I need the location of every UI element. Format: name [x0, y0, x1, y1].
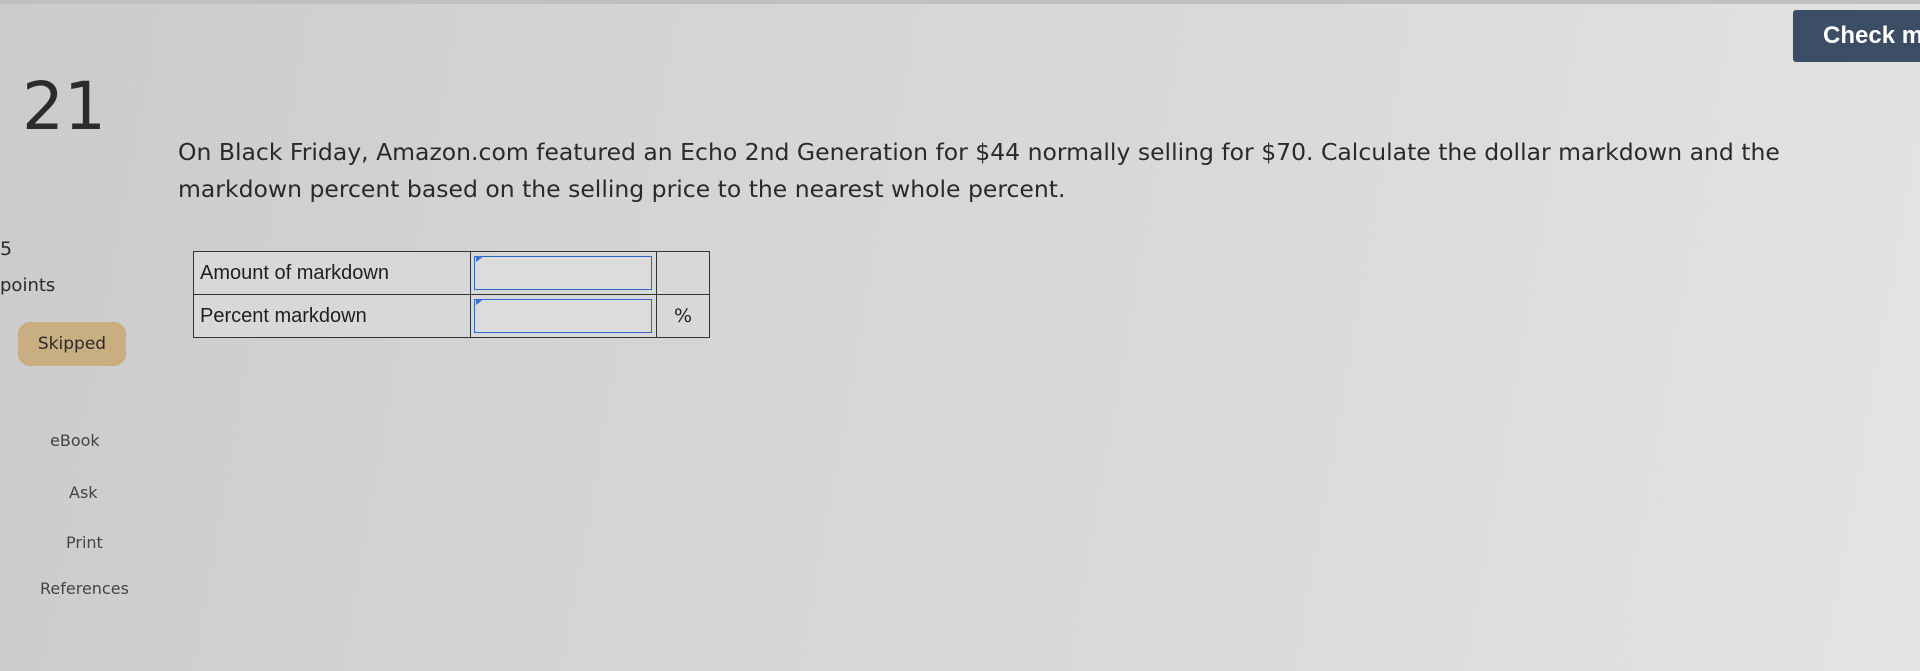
input-cell — [470, 294, 657, 338]
answer-table: Amount of markdown Percent markdown % — [193, 251, 710, 338]
row-label-amount-of-markdown: Amount of markdown — [193, 251, 471, 295]
ask-link[interactable]: Ask — [69, 483, 98, 502]
ebook-link[interactable]: eBook — [50, 431, 100, 450]
unit-cell — [656, 251, 710, 295]
question-text: On Black Friday, Amazon.com featured an … — [178, 138, 1780, 203]
table-row: Percent markdown % — [193, 294, 710, 338]
question-number: 21 — [22, 68, 106, 145]
status-badge: Skipped — [18, 322, 126, 366]
table-row: Amount of markdown — [193, 251, 710, 295]
row-label-percent-markdown: Percent markdown — [193, 294, 471, 338]
input-marker-icon — [476, 299, 484, 305]
input-cell — [470, 251, 657, 295]
amount-of-markdown-input[interactable] — [474, 256, 652, 290]
points-value: 5 — [0, 238, 13, 260]
top-edge — [0, 0, 1920, 4]
percent-unit: % — [656, 294, 710, 338]
print-link[interactable]: Print — [66, 533, 103, 552]
input-marker-icon — [476, 256, 484, 262]
references-link[interactable]: References — [40, 579, 129, 598]
percent-markdown-input[interactable] — [474, 299, 652, 333]
points-label: points — [0, 275, 56, 296]
check-my-work-button[interactable]: Check m — [1793, 10, 1920, 62]
